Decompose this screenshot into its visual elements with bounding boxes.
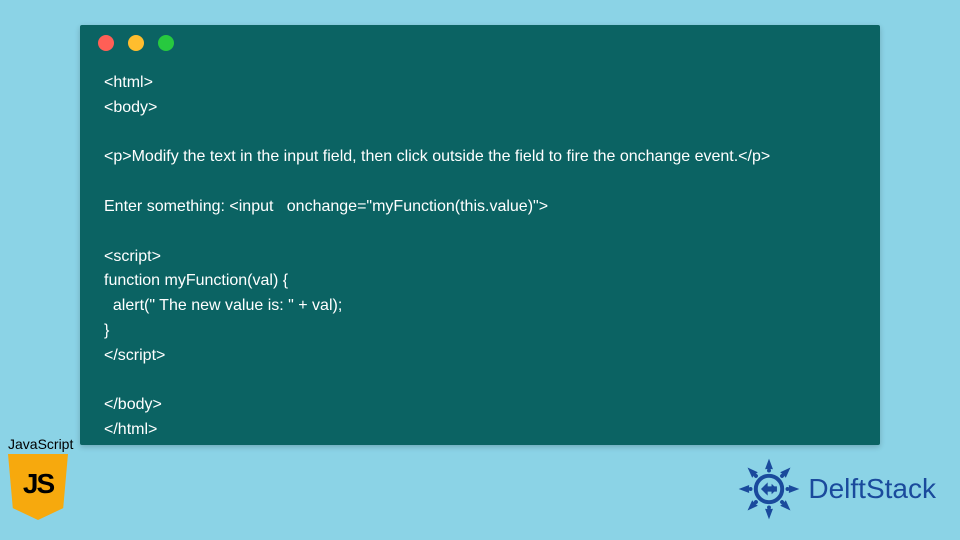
javascript-label: JavaScript (8, 436, 73, 452)
delftstack-logo-icon (736, 456, 802, 522)
window-titlebar (80, 25, 880, 61)
javascript-shield-icon: JS (8, 454, 68, 520)
javascript-badge: JavaScript JS (8, 436, 73, 520)
window-dot-close-icon (98, 35, 114, 51)
window-dot-zoom-icon (158, 35, 174, 51)
javascript-shield-text: JS (23, 468, 53, 500)
code-window: <html> <body> <p>Modify the text in the … (80, 25, 880, 445)
code-body: <html> <body> <p>Modify the text in the … (80, 61, 880, 463)
brand-footer: DelftStack (736, 456, 936, 522)
brand-name: DelftStack (808, 473, 936, 505)
window-dot-minimize-icon (128, 35, 144, 51)
